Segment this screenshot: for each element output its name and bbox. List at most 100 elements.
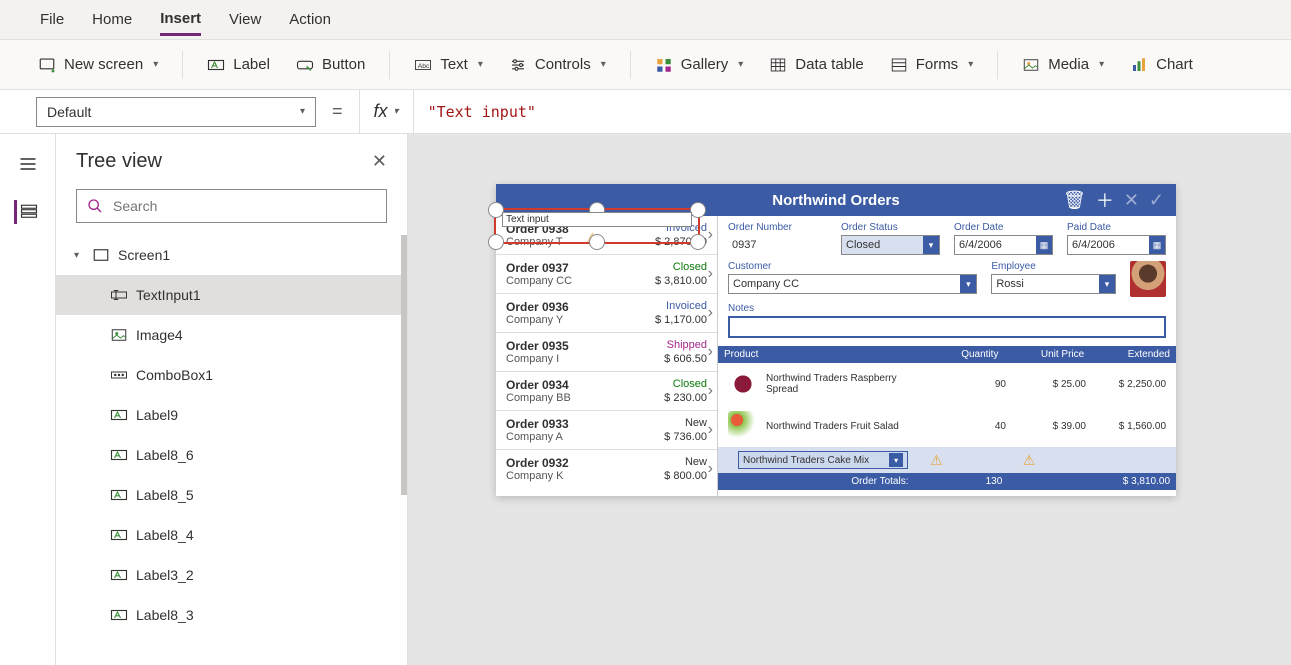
- button-button[interactable]: Button: [290, 52, 371, 78]
- search-field[interactable]: [113, 198, 376, 214]
- chevron-down-icon: ▾: [738, 59, 743, 70]
- equals-sign: =: [332, 101, 343, 122]
- menu-insert[interactable]: Insert: [160, 4, 201, 36]
- property-selector[interactable]: Default ▾: [36, 97, 316, 127]
- text-input-control[interactable]: Text input: [502, 212, 692, 227]
- products-header: Product Quantity Unit Price Extended: [718, 346, 1176, 363]
- product-image: [728, 369, 758, 399]
- chevron-down-icon: ▾: [478, 59, 483, 70]
- media-button[interactable]: Media▾: [1016, 52, 1110, 78]
- order-row[interactable]: Order 0933NewCompany A$ 736.00›: [496, 411, 717, 450]
- chevron-right-icon[interactable]: ›: [708, 421, 713, 439]
- label-icon: [110, 406, 128, 424]
- caret-down-icon: ▾: [74, 250, 84, 261]
- chevron-right-icon[interactable]: ›: [708, 304, 713, 322]
- search-input[interactable]: [76, 189, 387, 223]
- tree-item-textinput1[interactable]: TextInput1: [56, 275, 407, 315]
- order-row[interactable]: Order 0932NewCompany K$ 800.00›: [496, 450, 717, 488]
- trash-icon[interactable]: 🗑: [1063, 190, 1086, 211]
- chevron-right-icon[interactable]: ›: [708, 226, 713, 244]
- tree-item-image4[interactable]: Image4: [56, 315, 407, 355]
- label-button[interactable]: Label: [201, 52, 276, 78]
- canvas[interactable]: Northwind Orders 🗑 ＋ ✕ ✓: [408, 134, 1291, 665]
- product-row[interactable]: Northwind Traders Fruit Salad40$ 39.00$ …: [728, 405, 1166, 447]
- chevron-right-icon[interactable]: ›: [708, 460, 713, 478]
- order-row[interactable]: Order 0934ClosedCompany BB$ 230.00›: [496, 372, 717, 411]
- data-table-button[interactable]: Data table: [763, 52, 869, 78]
- menu-home[interactable]: Home: [92, 5, 132, 34]
- new-screen-button[interactable]: New screen▾: [32, 52, 164, 78]
- forms-button[interactable]: Forms▾: [884, 52, 980, 78]
- tree-item-combobox1[interactable]: ComboBox1: [56, 355, 407, 395]
- orderstatus-label: Order Status: [841, 222, 940, 233]
- ordernum-value: 0937: [728, 235, 827, 255]
- plus-icon[interactable]: ＋: [1096, 187, 1114, 213]
- tree-item-label8-4[interactable]: Label8_4: [56, 515, 407, 555]
- image-icon: [110, 326, 128, 344]
- chart-icon: [1130, 56, 1148, 74]
- notes-label: Notes: [728, 303, 1166, 314]
- order-row[interactable]: Text input Order 0938 Invoiced Company T…: [496, 216, 717, 255]
- gallery-button[interactable]: Gallery▾: [649, 52, 750, 78]
- chevron-down-icon: ▾: [153, 59, 158, 70]
- label-icon: [110, 486, 128, 504]
- tree-item-screen1[interactable]: ▾ Screen1: [56, 235, 407, 275]
- employee-label: Employee: [991, 261, 1116, 272]
- chevron-down-icon: ▾: [601, 59, 606, 70]
- scrollbar-thumb[interactable]: [401, 235, 407, 495]
- order-totals: Order Totals: 130 $ 3,810.00: [718, 473, 1176, 490]
- ribbon: New screen▾ Label Button Abc Text▾ Contr…: [0, 40, 1291, 90]
- order-row[interactable]: Order 0936InvoicedCompany Y$ 1,170.00›: [496, 294, 717, 333]
- check-icon[interactable]: ✓: [1149, 190, 1164, 211]
- order-row[interactable]: Order 0937ClosedCompany CC$ 3,810.00›: [496, 255, 717, 294]
- chevron-right-icon[interactable]: ›: [708, 265, 713, 283]
- orderdate-field[interactable]: 6/4/2006▦: [954, 235, 1053, 255]
- hamburger-icon[interactable]: [16, 152, 40, 176]
- chevron-down-icon: ▾: [968, 59, 973, 70]
- warning-icon: ⚠: [930, 452, 943, 469]
- close-icon[interactable]: ✕: [372, 151, 387, 172]
- chevron-right-icon[interactable]: ›: [708, 382, 713, 400]
- label-icon: [207, 56, 225, 74]
- tree-item-label8-3[interactable]: Label8_3: [56, 595, 407, 635]
- search-icon: [87, 198, 103, 214]
- media-icon: [1022, 56, 1040, 74]
- tree-panel: Tree view ✕ ▾ Screen1 TextInput1 Image4: [56, 134, 408, 665]
- svg-text:Abc: Abc: [418, 63, 430, 70]
- add-product-combo[interactable]: Northwind Traders Cake Mix▾: [738, 451, 908, 469]
- tree-item-label3-2[interactable]: Label3_2: [56, 555, 407, 595]
- button-icon: [296, 56, 314, 74]
- tree-view-icon[interactable]: [14, 200, 38, 224]
- employee-combo[interactable]: Rossi▾: [991, 274, 1116, 294]
- fx-button[interactable]: fx▾: [360, 101, 413, 122]
- close-icon[interactable]: ✕: [1124, 190, 1139, 211]
- avatar: [1130, 261, 1166, 297]
- notes-input[interactable]: [728, 316, 1166, 338]
- paiddate-field[interactable]: 6/4/2006▦: [1067, 235, 1166, 255]
- formula-input[interactable]: [413, 90, 1113, 133]
- calendar-icon: ▦: [1036, 236, 1052, 254]
- formula-bar: Default ▾ = fx▾: [0, 90, 1291, 134]
- chevron-down-icon: ▾: [300, 106, 305, 117]
- menu-file[interactable]: File: [40, 5, 64, 34]
- text-icon: Abc: [414, 56, 432, 74]
- orderstatus-combo[interactable]: Closed▾: [841, 235, 940, 255]
- tree-item-label9[interactable]: Label9: [56, 395, 407, 435]
- text-button[interactable]: Abc Text▾: [408, 52, 489, 78]
- chart-button[interactable]: Chart: [1124, 52, 1199, 78]
- product-row[interactable]: Northwind Traders Raspberry Spread90$ 25…: [728, 363, 1166, 405]
- menu-action[interactable]: Action: [289, 5, 331, 34]
- textinput-icon: [110, 286, 128, 304]
- tree-item-label8-5[interactable]: Label8_5: [56, 475, 407, 515]
- tree-item-label8-6[interactable]: Label8_6: [56, 435, 407, 475]
- order-row[interactable]: Order 0935ShippedCompany I$ 606.50›: [496, 333, 717, 372]
- customer-combo[interactable]: Company CC▾: [728, 274, 977, 294]
- paiddate-label: Paid Date: [1067, 222, 1166, 233]
- menu-view[interactable]: View: [229, 5, 261, 34]
- add-product-row[interactable]: Northwind Traders Cake Mix▾ ⚠ ⚠: [718, 447, 1176, 473]
- controls-button[interactable]: Controls▾: [503, 52, 612, 78]
- app-preview: Northwind Orders 🗑 ＋ ✕ ✓: [496, 184, 1176, 496]
- gallery-icon: [655, 56, 673, 74]
- screen-icon: [92, 246, 110, 264]
- chevron-right-icon[interactable]: ›: [708, 343, 713, 361]
